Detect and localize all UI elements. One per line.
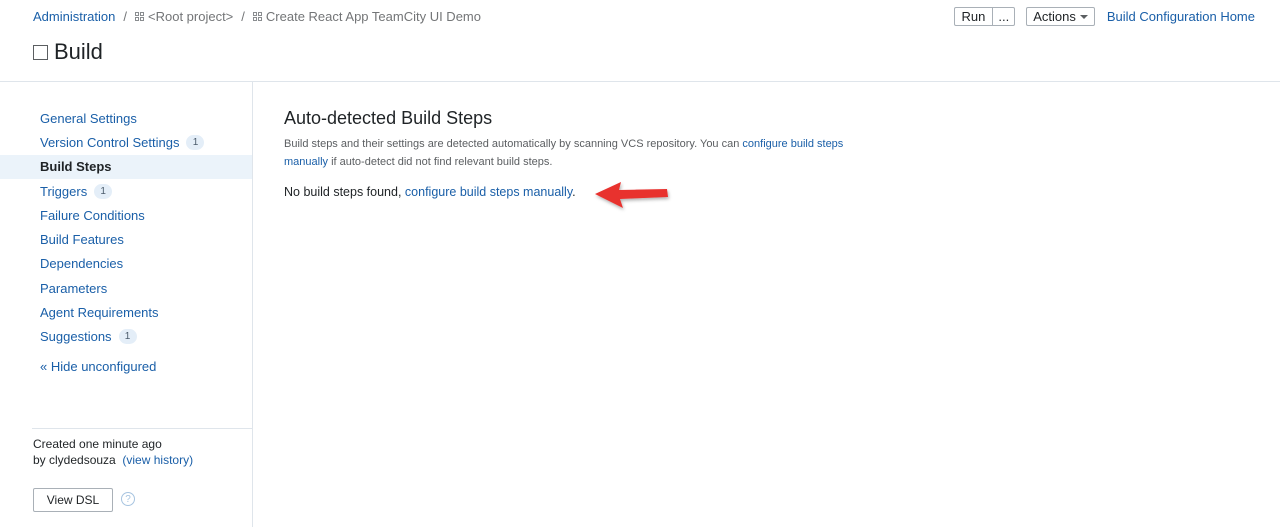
sidebar-item-label: Agent Requirements [40,305,159,321]
page-title-text: Build [54,39,103,64]
sidebar-item-label: Triggers [40,183,88,199]
sidebar-item-suggestions[interactable]: Suggestions 1 [0,325,252,349]
breadcrumb-project[interactable]: Create React App TeamCity UI Demo [266,9,481,24]
breadcrumb-root-project[interactable]: <Root project> [148,9,233,24]
page-header: Administration / <Root project> / Create… [0,0,1280,82]
section-description: Build steps and their settings are detec… [284,135,884,171]
header-actions: Run ... Actions Build Configuration Home [953,7,1255,26]
sidebar-item-general-settings[interactable]: General Settings [0,106,252,130]
sidebar-item-label: Build Steps [40,159,112,175]
sidebar-divider [32,428,252,429]
configure-build-steps-manually-link[interactable]: configure build steps manually [405,185,572,199]
created-by: by clydedsouza [33,453,116,467]
sidebar-item-label: General Settings [40,110,137,126]
view-dsl-button[interactable]: View DSL [33,488,113,512]
breadcrumb: Administration / <Root project> / Create… [33,9,481,24]
run-button-group: Run ... [953,7,1016,26]
sidebar-item-label: Dependencies [40,256,124,272]
sidebar-item-parameters[interactable]: Parameters [0,276,252,300]
sidebar-item-build-features[interactable]: Build Features [0,227,252,251]
sidebar-item-failure-conditions[interactable]: Failure Conditions [0,203,252,227]
view-history-link[interactable]: (view history) [122,453,193,467]
chevron-down-icon [1079,14,1088,19]
created-time: Created one minute ago [33,437,162,451]
count-badge: 1 [118,329,137,345]
sidebar-item-dependencies[interactable]: Dependencies [0,252,252,276]
count-badge: 1 [94,183,113,199]
page-title: Build [33,39,103,65]
sidebar-item-label: Failure Conditions [40,207,145,223]
breadcrumb-administration[interactable]: Administration [33,9,115,24]
actions-dropdown[interactable]: Actions [1026,7,1095,26]
project-icon [252,12,262,21]
sidebar-item-label: Parameters [40,280,108,296]
sidebar-item-triggers[interactable]: Triggers 1 [0,179,252,203]
project-icon [135,12,144,21]
section-heading: Auto-detected Build Steps [284,108,493,128]
sidebar-item-build-steps[interactable]: Build Steps [0,154,252,179]
count-badge: 1 [186,134,205,150]
actions-label: Actions [1033,9,1076,24]
description-text: Build steps and their settings are detec… [284,138,743,150]
description-text-end: if auto-detect did not find relevant bui… [328,156,553,168]
sidebar: General Settings Version Control Setting… [0,82,253,527]
sidebar-item-label: Version Control Settings [40,134,180,150]
build-config-icon [33,44,48,60]
sidebar-nav: General Settings Version Control Setting… [0,106,252,349]
status-text-end: . [572,185,576,199]
breadcrumb-separator: / [241,9,245,24]
red-arrow-annotation [595,182,668,208]
created-info: Created one minute ago by clydedsouza (v… [33,436,193,468]
run-button[interactable]: Run [953,7,994,26]
status-text: No build steps found, [284,185,405,199]
breadcrumb-separator: / [123,9,127,24]
sidebar-item-label: Suggestions [40,329,112,345]
run-options-button[interactable]: ... [993,7,1016,26]
build-configuration-home-link[interactable]: Build Configuration Home [1107,9,1255,24]
sidebar-item-label: Build Features [40,232,124,248]
hide-unconfigured-link[interactable]: « Hide unconfigured [40,359,156,374]
help-icon[interactable]: ? [121,492,135,506]
sidebar-item-version-control-settings[interactable]: Version Control Settings 1 [0,130,252,154]
sidebar-item-agent-requirements[interactable]: Agent Requirements [0,300,252,324]
